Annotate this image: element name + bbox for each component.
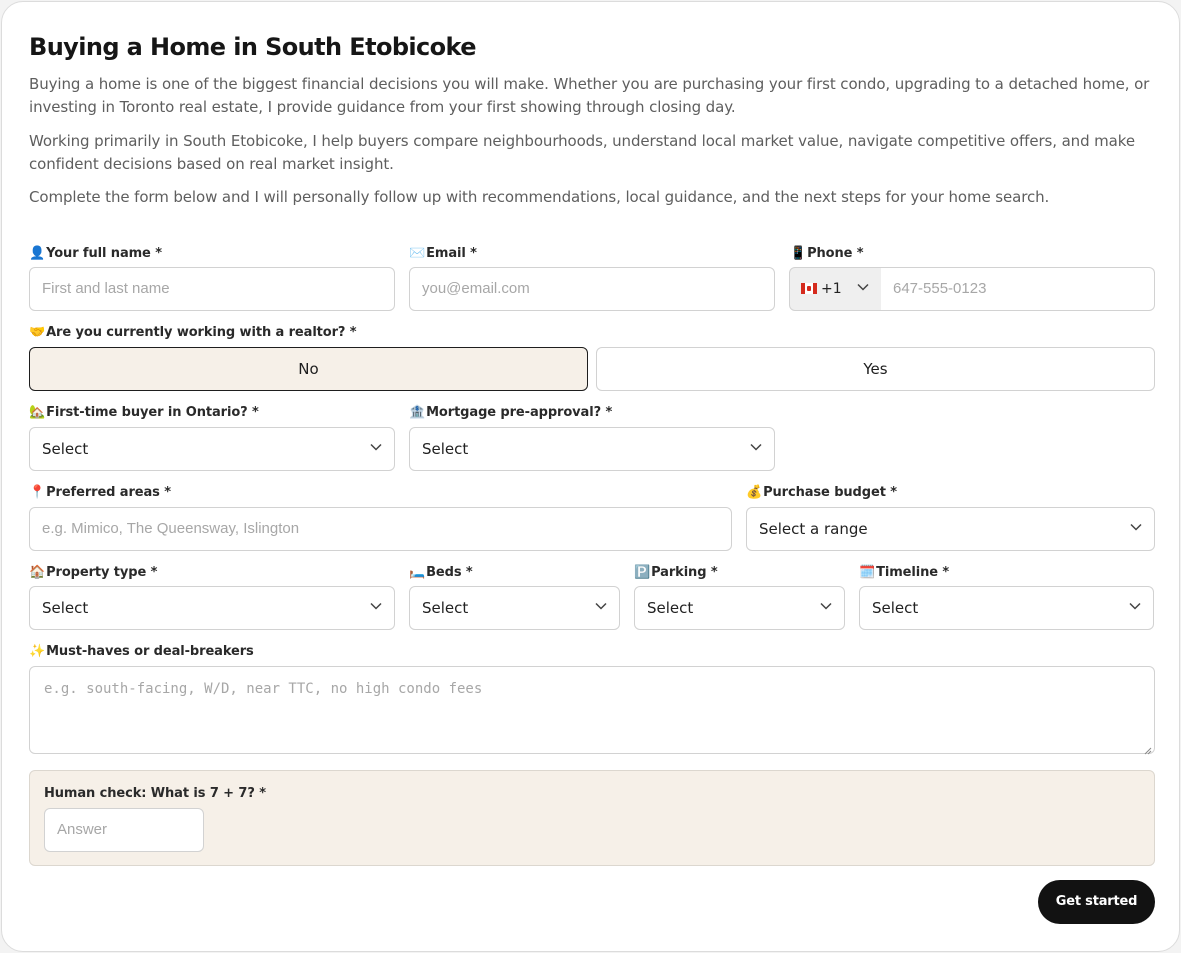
realtor-yes-button[interactable]: Yes bbox=[596, 347, 1155, 391]
budget-select[interactable]: Select a range bbox=[746, 507, 1155, 551]
parking-select[interactable]: Select bbox=[634, 586, 845, 630]
first-time-buyer-label: 🏡First-time buyer in Ontario? * bbox=[29, 405, 259, 420]
handshake-icon: 🤝 bbox=[29, 325, 46, 340]
chevron-down-icon bbox=[750, 443, 762, 451]
chevron-down-icon bbox=[1129, 602, 1141, 610]
human-check-label: Human check: What is 7 + 7? * bbox=[44, 786, 266, 801]
name-label: 👤Your full name * bbox=[29, 246, 162, 261]
form-card: Buying a Home in South Etobicoke Buying … bbox=[1, 1, 1180, 952]
beds-label: 🛏️Beds * bbox=[409, 565, 473, 580]
human-check-input[interactable]: Answer bbox=[44, 808, 204, 852]
page-title: Buying a Home in South Etobicoke bbox=[29, 33, 477, 61]
phone-label: 📱Phone * bbox=[790, 246, 864, 261]
intro-paragraph-2: Working primarily in South Etobicoke, I … bbox=[29, 132, 1135, 173]
beds-select[interactable]: Select bbox=[409, 586, 620, 630]
house-garden-icon: 🏡 bbox=[29, 405, 46, 420]
chevron-down-icon bbox=[370, 602, 382, 610]
must-haves-label: ✨Must-haves or deal-breakers bbox=[29, 644, 254, 659]
parking-icon: 🅿️ bbox=[634, 565, 651, 580]
sparkles-icon: ✨ bbox=[29, 644, 46, 659]
chevron-down-icon bbox=[820, 602, 832, 610]
must-haves-textarea[interactable]: e.g. south-facing, W/D, near TTC, no hig… bbox=[29, 666, 1155, 755]
phone-input[interactable]: 647-555-0123 bbox=[881, 267, 1155, 311]
bank-icon: 🏦 bbox=[409, 405, 426, 420]
intro-paragraph-3: Complete the form below and I will perso… bbox=[29, 188, 1050, 206]
pin-icon: 📍 bbox=[29, 485, 46, 500]
mortgage-label: 🏦Mortgage pre-approval? * bbox=[409, 405, 613, 420]
chevron-down-icon bbox=[370, 443, 382, 451]
calendar-icon: 🗓️ bbox=[859, 565, 876, 580]
email-input[interactable]: you@email.com bbox=[409, 267, 775, 311]
chevron-down-icon bbox=[595, 602, 607, 610]
full-name-input[interactable]: First and last name bbox=[29, 267, 395, 311]
timeline-select[interactable]: Select bbox=[859, 586, 1154, 630]
realtor-label: 🤝Are you currently working with a realto… bbox=[29, 325, 357, 340]
intro-paragraph-1: Buying a home is one of the biggest fina… bbox=[29, 75, 1150, 116]
human-check-panel: Human check: What is 7 + 7? * Answer bbox=[29, 770, 1155, 866]
money-bag-icon: 💰 bbox=[746, 485, 763, 500]
realtor-no-button[interactable]: No bbox=[29, 347, 588, 391]
country-code-select[interactable]: +1 bbox=[789, 267, 882, 311]
first-time-buyer-select[interactable]: Select bbox=[29, 427, 395, 471]
person-icon: 👤 bbox=[29, 246, 46, 261]
timeline-label: 🗓️Timeline * bbox=[859, 565, 950, 580]
budget-label: 💰Purchase budget * bbox=[746, 485, 897, 500]
house-icon: 🏠 bbox=[29, 565, 46, 580]
preferred-areas-input[interactable]: e.g. Mimico, The Queensway, Islington bbox=[29, 507, 732, 551]
resize-grip-icon[interactable] bbox=[1144, 743, 1152, 755]
envelope-icon: ✉️ bbox=[409, 246, 426, 261]
get-started-button[interactable]: Get started bbox=[1038, 880, 1155, 924]
parking-label: 🅿️Parking * bbox=[634, 565, 718, 580]
property-type-label: 🏠Property type * bbox=[29, 565, 158, 580]
chevron-down-icon bbox=[1130, 523, 1142, 531]
country-code: +1 bbox=[821, 281, 842, 297]
bed-icon: 🛏️ bbox=[409, 565, 426, 580]
mortgage-select[interactable]: Select bbox=[409, 427, 775, 471]
preferred-areas-label: 📍Preferred areas * bbox=[29, 485, 171, 500]
mobile-phone-icon: 📱 bbox=[790, 246, 807, 261]
canada-flag-icon bbox=[801, 283, 817, 294]
chevron-down-icon bbox=[857, 283, 869, 291]
property-type-select[interactable]: Select bbox=[29, 586, 395, 630]
email-label: ✉️Email * bbox=[409, 246, 477, 261]
